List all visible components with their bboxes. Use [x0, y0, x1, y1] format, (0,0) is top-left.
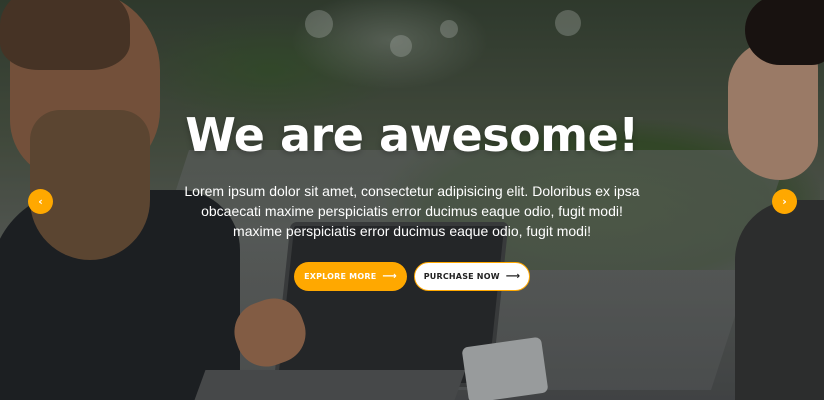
- page-bottom-edge: [0, 400, 824, 405]
- hero-slider: We are awesome! Lorem ipsum dolor sit am…: [0, 0, 824, 400]
- arrow-right-icon: ⟶: [382, 271, 397, 282]
- slider-prev-button[interactable]: ‹: [28, 189, 53, 214]
- hero-content: We are awesome! Lorem ipsum dolor sit am…: [0, 0, 824, 400]
- explore-more-label: EXPLORE MORE: [304, 272, 377, 281]
- hero-subtext-line: maxime perspiciatis error ducimus eaque …: [233, 223, 591, 239]
- hero-subtext-line: Lorem ipsum dolor sit amet, consectetur …: [184, 183, 640, 199]
- slider-next-button[interactable]: ›: [772, 189, 797, 214]
- hero-subtext: Lorem ipsum dolor sit amet, consectetur …: [162, 181, 662, 241]
- purchase-now-label: PURCHASE NOW: [423, 272, 500, 281]
- arrow-right-icon: ⟶: [505, 271, 521, 282]
- purchase-now-button[interactable]: PURCHASE NOW ⟶: [414, 262, 530, 291]
- chevron-left-icon: ‹: [38, 195, 43, 208]
- explore-more-button[interactable]: EXPLORE MORE ⟶: [294, 262, 407, 291]
- hero-headline: We are awesome!: [185, 108, 639, 162]
- hero-subtext-line: obcaecati maxime perspiciatis error duci…: [201, 203, 623, 219]
- chevron-right-icon: ›: [782, 195, 787, 208]
